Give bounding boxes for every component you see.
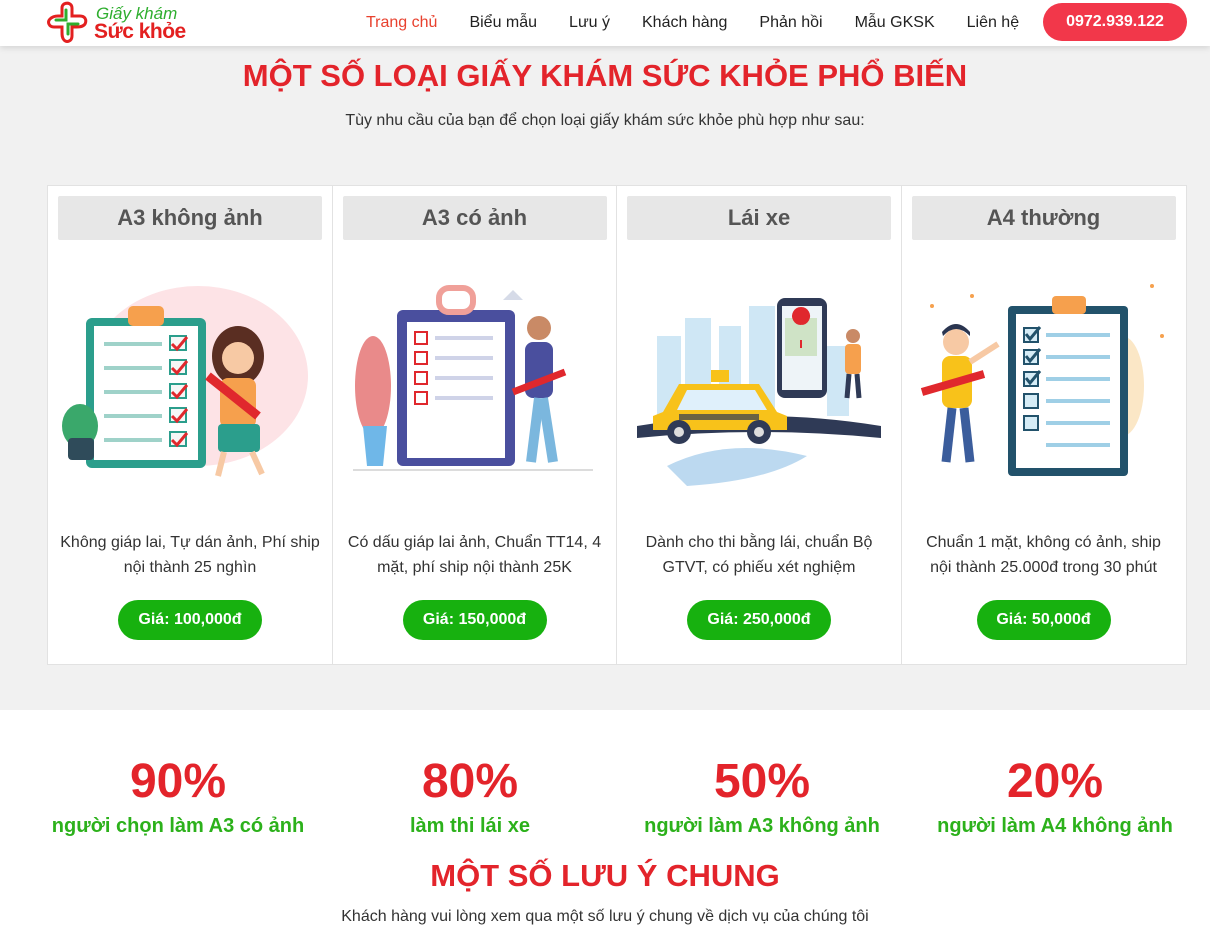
product-card-description: Có dấu giáp lai ảnh, Chuẩn TT14, 4 mặt, … [347, 534, 602, 576]
clipboard-girl-illustration-icon [62, 286, 308, 477]
main-nav: Trang chủ Biểu mẫu Lưu ý Khách hàng Phản… [350, 0, 1035, 46]
nav-item-luu-y[interactable]: Lưu ý [553, 0, 626, 46]
stat-label: người làm A4 không ảnh [937, 815, 1173, 837]
logo-text-line2: Sức khỏe [94, 20, 186, 43]
price-button[interactable]: Giá: 100,000đ [118, 600, 262, 640]
stat-item: 20% người làm A4 không ảnh [910, 754, 1200, 840]
medical-cross-icon [47, 1, 88, 43]
stat-label: người chọn làm A3 có ảnh [51, 815, 305, 837]
product-card-description: Không giáp lai, Tự dán ảnh, Phí ship nội… [60, 534, 320, 576]
nav-item-phan-hoi[interactable]: Phản hồi [743, 0, 838, 46]
product-card-description: Chuẩn 1 mặt, không có ảnh, ship nội thàn… [926, 534, 1161, 576]
product-card-description: Dành cho thi bằng lái, chuẩn Bộ GTVT, có… [645, 534, 873, 576]
notes-section-title: MỘT SỐ LƯU Ý CHUNG [430, 858, 780, 893]
stat-item: 80% làm thi lái xe [325, 754, 615, 840]
product-card-a4-thuong: A4 thường Chuẩn 1 mặt, không có ảnh, shi… [902, 186, 1187, 664]
product-card-title: A3 không ảnh [58, 196, 322, 240]
stat-label: làm thi lái xe [409, 815, 531, 837]
product-card-title: Lái xe [627, 196, 891, 240]
products-section-subtitle: Tùy nhu cầu của bạn để chọn loại giấy kh… [345, 112, 865, 129]
notes-section-subtitle: Khách hàng vui lòng xem qua một số lưu ý… [341, 908, 869, 925]
stats-section: 90% người chọn làm A3 có ảnh 80% làm thi… [0, 710, 1210, 928]
stat-value: 50% [713, 755, 811, 808]
price-button[interactable]: Giá: 50,000đ [976, 600, 1111, 640]
taxi-phone-illustration-icon [637, 298, 881, 486]
nav-item-trang-chu[interactable]: Trang chủ [350, 0, 453, 46]
product-card-title: A4 thường [911, 196, 1176, 240]
stat-item: 90% người chọn làm A3 có ảnh [33, 754, 323, 840]
nav-item-bieu-mau[interactable]: Biểu mẫu [453, 0, 553, 46]
products-section-title: MỘT SỐ LOẠI GIẤY KHÁM SỨC KHỎE PHỔ BIẾN [242, 58, 968, 93]
nav-item-lien-he[interactable]: Liên hệ [951, 0, 1036, 46]
stat-item: 50% người làm A3 không ảnh [617, 754, 907, 840]
stat-value: 20% [1006, 755, 1104, 808]
product-cards: A3 không ảnh Không giáp lai, Tự dán ảnh,… [47, 185, 1187, 665]
clipboard-man-illustration-icon [352, 285, 593, 471]
stat-label: người làm A3 không ảnh [644, 815, 880, 837]
phone-call-button[interactable]: 0972.939.122 [1043, 3, 1187, 41]
site-header: Giấy khám Sức khỏe Trang chủ Biểu mẫu Lư… [0, 0, 1210, 46]
checklist-man-illustration-icon [920, 284, 1164, 476]
price-button[interactable]: Giá: 250,000đ [687, 600, 831, 640]
product-card-a3-co-anh: A3 có ảnh Có dấu giáp lai ảnh, Chuẩn TT1… [333, 186, 617, 664]
site-logo[interactable]: Giấy khám Sức khỏe [46, 0, 206, 46]
nav-item-khach-hang[interactable]: Khách hàng [626, 0, 743, 46]
price-button[interactable]: Giá: 150,000đ [402, 600, 547, 640]
product-card-title: A3 có ảnh [342, 196, 607, 240]
stat-value: 80% [421, 755, 519, 808]
product-card-a3-khong-anh: A3 không ảnh Không giáp lai, Tự dán ảnh,… [48, 186, 333, 664]
stat-value: 90% [129, 755, 227, 808]
product-card-lai-xe: Lái xe Dành cho thi bằng lái, chuẩn Bộ G… [617, 186, 902, 664]
nav-item-mau-gksk[interactable]: Mẫu GKSK [839, 0, 951, 46]
